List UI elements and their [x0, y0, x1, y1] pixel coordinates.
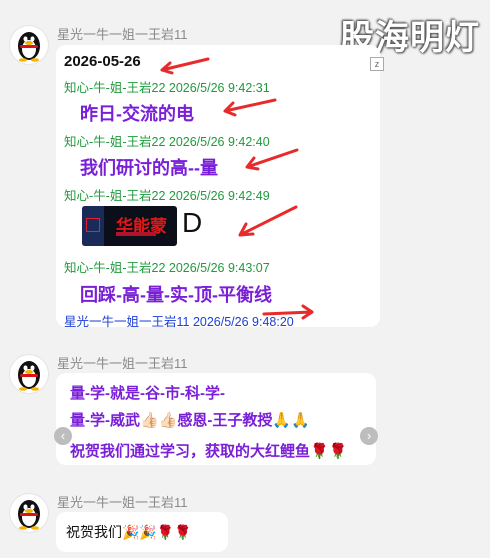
message-date: 2026-05-26 [64, 53, 141, 70]
message-footer: 星光一牛一姐一王岩11 2026/5/26 9:48:20 [64, 315, 294, 329]
message-meta: 知心-牛-姐-王岩22 2026/5/26 9:42:31 [64, 81, 270, 95]
red-arrow-icon [245, 148, 299, 171]
sender-name: 星光一牛一姐一王岩11 [57, 356, 188, 371]
message-text: 我们研讨的高--量 [80, 158, 218, 178]
message-meta: 知心-牛-姐-王岩22 2026/5/26 9:42:49 [64, 189, 270, 203]
red-arrow-icon [262, 304, 314, 320]
expand-icon[interactable]: z [370, 57, 384, 71]
qq-penguin-avatar-icon [18, 32, 40, 62]
message-text: 祝贺我们通过学习，获取的大红鲤鱼🌹🌹 [70, 443, 348, 460]
red-arrow-icon [223, 98, 277, 117]
message-text: 量-学-就是-谷-市-科-学- [70, 385, 225, 402]
chevron-left-icon[interactable]: ‹ [54, 427, 72, 445]
thumbnail-price-bar [116, 232, 156, 236]
message-meta: 知心-牛-姐-王岩22 2026/5/26 9:43:07 [64, 261, 270, 275]
chevron-right-icon[interactable]: › [360, 427, 378, 445]
message-suffix: D [182, 207, 203, 238]
thumbnail-marker [86, 218, 100, 232]
red-arrow-icon [160, 57, 210, 75]
message-text: 量-学-威武👍🏻👍🏻感恩-王子教授🙏🙏 [70, 412, 310, 429]
sender-name: 星光一牛一姐一王岩11 [57, 495, 188, 510]
sender-avatar[interactable] [10, 26, 48, 64]
message-text: 回踩-高-量-实-顶-平衡线 [80, 285, 272, 305]
red-arrow-icon [238, 205, 298, 237]
qq-penguin-avatar-icon [18, 500, 40, 530]
sender-avatar[interactable] [10, 355, 48, 393]
stock-chart-thumbnail[interactable]: 华能蒙 [82, 206, 177, 246]
sender-avatar[interactable] [10, 494, 48, 532]
sender-name: 星光一牛一姐一王岩11 [57, 27, 188, 42]
message-text: 祝贺我们🎉🎉🌹🌹 [66, 524, 192, 540]
message-text: 昨日-交流的电 [80, 104, 194, 124]
qq-penguin-avatar-icon [18, 361, 40, 391]
